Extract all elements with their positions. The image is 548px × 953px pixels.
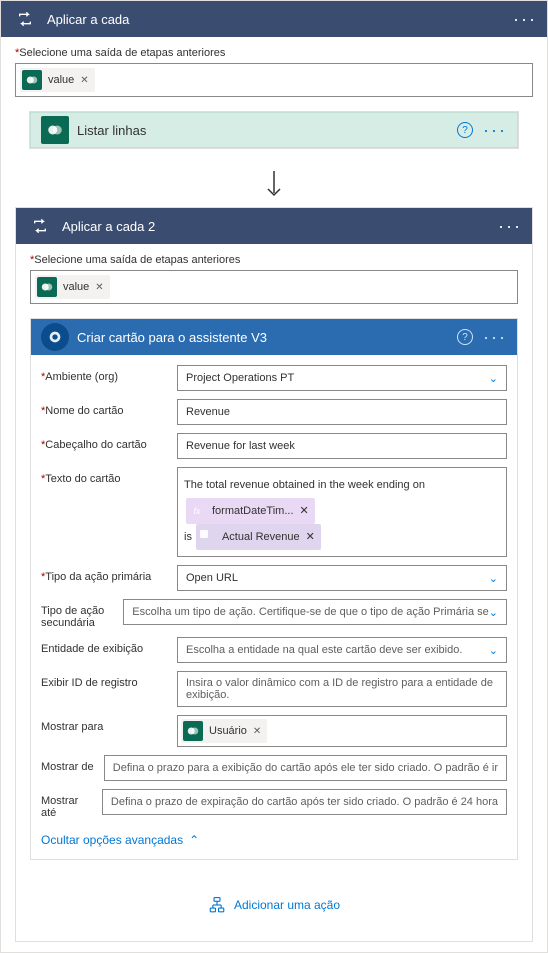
- display-entity-label: Entidade de exibição: [41, 637, 169, 655]
- show-from-input[interactable]: Defina o prazo para a exibição do cartão…: [104, 755, 507, 781]
- list-rows-title: Listar linhas: [77, 123, 457, 138]
- help-icon[interactable]: ?: [457, 122, 473, 138]
- assistant-icon: [41, 323, 69, 351]
- chevron-up-icon: ⌃: [189, 833, 199, 847]
- list-rows-menu[interactable]: ···: [483, 120, 507, 141]
- dynamic-icon: [198, 528, 216, 546]
- secondary-action-type-label: Tipo de ação secundária: [41, 599, 115, 629]
- show-to-label: Mostrar para: [41, 715, 169, 733]
- flow-arrow-icon: [15, 163, 533, 207]
- outer-container: Aplicar a cada ··· *Selecione uma saída …: [0, 0, 548, 953]
- add-step-icon: [208, 896, 226, 914]
- loop-icon: [11, 5, 39, 33]
- card-text-input[interactable]: The total revenue obtained in the week e…: [177, 467, 507, 557]
- create-card-header[interactable]: Criar cartão para o assistente V3 ? ···: [31, 319, 517, 355]
- dataverse-icon: [22, 70, 42, 90]
- apply-to-each-menu[interactable]: ···: [513, 9, 537, 30]
- create-card-body: *Ambiente (org) Project Operations PT ⌄ …: [31, 355, 517, 859]
- show-to-input[interactable]: Usuário ✕: [177, 715, 507, 747]
- apply-to-each-title: Aplicar a cada: [47, 12, 513, 27]
- chevron-down-icon: ⌄: [489, 572, 498, 585]
- card-header-label: *Cabeçalho do cartão: [41, 433, 169, 451]
- record-id-input[interactable]: Insira o valor dinâmico com a ID de regi…: [177, 671, 507, 707]
- card-name-label: *Nome do cartão: [41, 399, 169, 417]
- remove-token-icon[interactable]: ✕: [80, 75, 88, 86]
- chevron-down-icon: ⌄: [489, 644, 498, 657]
- add-action-button[interactable]: Adicionar uma ação: [208, 896, 340, 914]
- apply-to-each-header[interactable]: Aplicar a cada ···: [1, 1, 547, 37]
- outer-select-input[interactable]: value ✕: [15, 63, 533, 97]
- create-card-menu[interactable]: ···: [483, 327, 507, 348]
- list-rows-header[interactable]: Listar linhas ? ···: [30, 112, 518, 148]
- record-id-label: Exibir ID de registro: [41, 671, 169, 689]
- display-entity-select[interactable]: Escolha a entidade na qual este cartão d…: [177, 637, 507, 663]
- add-action-area: Adicionar uma ação: [30, 866, 518, 931]
- show-until-label: Mostrar até: [41, 789, 94, 819]
- inner-select-label: *Selecione uma saída de etapas anteriore…: [30, 254, 518, 266]
- dataverse-icon: [183, 721, 203, 741]
- primary-action-type-label: *Tipo da ação primária: [41, 565, 169, 583]
- remove-token-icon[interactable]: ✕: [300, 500, 309, 522]
- dataverse-icon: [37, 277, 57, 297]
- loop-icon: [26, 212, 54, 240]
- inner-loop-body: *Selecione uma saída de etapas anteriore…: [16, 244, 532, 941]
- chevron-down-icon: ⌄: [489, 606, 498, 619]
- list-rows-card: Listar linhas ? ···: [29, 111, 519, 149]
- outer-loop-body: *Selecione uma saída de etapas anteriore…: [1, 37, 547, 952]
- value-token[interactable]: value ✕: [35, 275, 110, 299]
- remove-token-icon[interactable]: ✕: [306, 526, 315, 548]
- remove-token-icon[interactable]: ✕: [253, 726, 261, 737]
- create-card-action: Criar cartão para o assistente V3 ? ··· …: [30, 318, 518, 860]
- value-token[interactable]: value ✕: [20, 68, 95, 92]
- expression-token[interactable]: fx formatDateTim... ✕: [186, 498, 315, 524]
- user-token[interactable]: Usuário ✕: [181, 719, 267, 743]
- inner-select-input[interactable]: value ✕: [30, 270, 518, 304]
- card-text-label: *Texto do cartão: [41, 467, 169, 485]
- chevron-down-icon: ⌄: [489, 372, 498, 385]
- apply-to-each-2-title: Aplicar a cada 2: [62, 219, 498, 234]
- hide-advanced-options-link[interactable]: Ocultar opções avançadas ⌃: [41, 833, 199, 847]
- show-from-label: Mostrar de: [41, 755, 96, 773]
- dynamic-content-token[interactable]: Actual Revenue ✕: [196, 524, 321, 550]
- apply-to-each-2-header[interactable]: Aplicar a cada 2 ···: [16, 208, 532, 244]
- help-icon[interactable]: ?: [457, 329, 473, 345]
- apply-to-each-2-menu[interactable]: ···: [498, 216, 522, 237]
- show-until-input[interactable]: Defina o prazo de expiração do cartão ap…: [102, 789, 507, 815]
- create-card-title: Criar cartão para o assistente V3: [77, 330, 457, 345]
- env-label: *Ambiente (org): [41, 365, 169, 383]
- fx-icon: fx: [188, 502, 206, 520]
- secondary-action-type-select[interactable]: Escolha um tipo de ação. Certifique-se d…: [123, 599, 507, 625]
- card-name-input[interactable]: Revenue: [177, 399, 507, 425]
- inner-loop-card: Aplicar a cada 2 ··· *Selecione uma saíd…: [15, 207, 533, 942]
- dataverse-icon: [41, 116, 69, 144]
- env-select[interactable]: Project Operations PT ⌄: [177, 365, 507, 391]
- primary-action-type-select[interactable]: Open URL ⌄: [177, 565, 507, 591]
- remove-token-icon[interactable]: ✕: [95, 282, 103, 293]
- outer-select-label: *Selecione uma saída de etapas anteriore…: [15, 47, 533, 59]
- card-header-input[interactable]: Revenue for last week: [177, 433, 507, 459]
